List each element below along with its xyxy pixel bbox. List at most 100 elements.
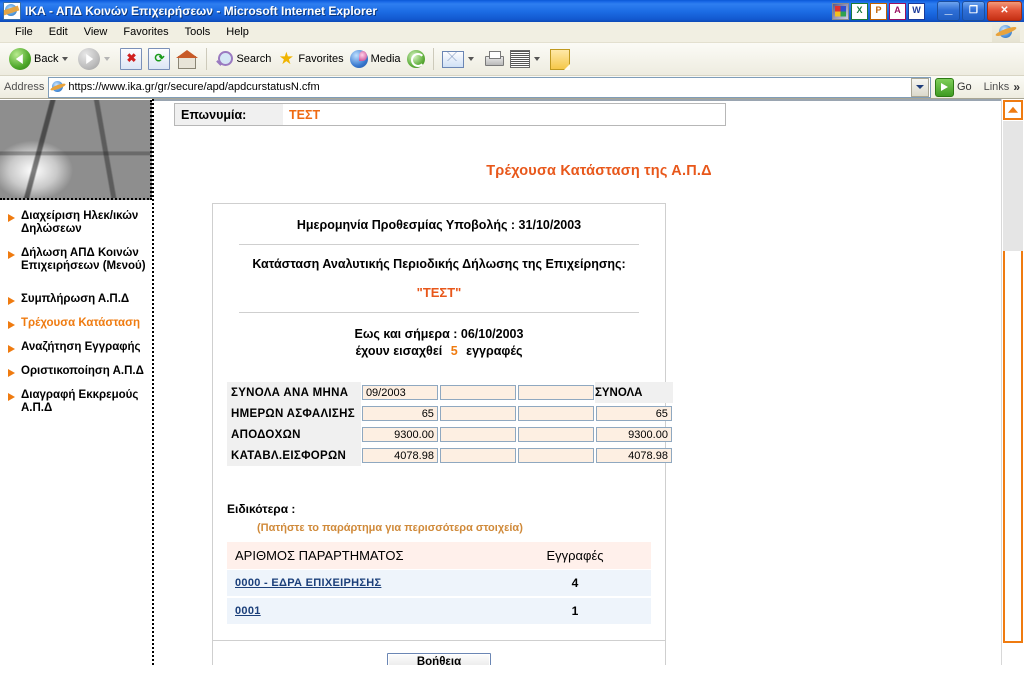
totals-cell: 65 bbox=[361, 403, 439, 424]
sidebar-menu: Διαχείριση Ηλεκ/ικών Δηλώσεων Δήλωση ΑΠΔ… bbox=[0, 200, 152, 415]
office-shortcut-bar[interactable]: X P A W bbox=[832, 2, 925, 20]
forward-button[interactable] bbox=[75, 45, 117, 73]
search-icon bbox=[215, 50, 234, 68]
mail-button[interactable] bbox=[439, 45, 481, 73]
minimize-glyph: _ bbox=[944, 0, 953, 16]
totals-cell bbox=[439, 445, 517, 466]
menu-view[interactable]: View bbox=[76, 24, 116, 40]
history-button[interactable] bbox=[404, 45, 428, 73]
totals-cell bbox=[517, 424, 595, 445]
close-glyph: ✕ bbox=[1000, 5, 1009, 16]
star-icon: ★ bbox=[278, 49, 294, 68]
toolbar-separator-1 bbox=[206, 48, 208, 70]
totals-column-label: ΣΥΝΟΛΑ bbox=[594, 382, 673, 403]
totals-cell bbox=[517, 382, 595, 403]
insurance-days-input[interactable] bbox=[439, 406, 516, 421]
totals-cell: 09/2003 bbox=[361, 382, 439, 403]
status-panel: Ημερομηνία Προθεσμίας Υποβολής : 31/10/2… bbox=[212, 203, 673, 665]
refresh-button[interactable]: ⟳ bbox=[145, 45, 173, 73]
address-input[interactable]: https://www.ika.gr/gr/secure/apd/apdcurs… bbox=[48, 76, 931, 98]
back-dropdown-chevron-icon[interactable] bbox=[62, 57, 69, 61]
insurance-days-input[interactable]: 65 bbox=[361, 406, 438, 421]
back-button[interactable]: Back bbox=[6, 45, 75, 73]
close-button[interactable]: ✕ bbox=[987, 1, 1022, 21]
totals-cell: 4078.98 bbox=[361, 445, 439, 466]
menu-help[interactable]: Help bbox=[218, 24, 257, 40]
contributions-input[interactable]: 4078.98 bbox=[361, 448, 438, 463]
help-button[interactable]: Βοήθεια bbox=[387, 653, 491, 665]
branch-link[interactable]: 0000 - ΕΔΡΑ ΕΠΙΧΕΙΡΗΣΗΣ bbox=[235, 577, 381, 589]
scrollbar-thumb[interactable] bbox=[1003, 121, 1023, 251]
company-header-table: Επωνυμία: ΤΕΣΤ bbox=[174, 103, 726, 126]
month-value-input[interactable] bbox=[517, 385, 594, 400]
branch-cell: 0001 bbox=[227, 597, 499, 626]
contributions-input[interactable] bbox=[517, 448, 594, 463]
sidebar-item-anazitisi-eggrafis[interactable]: Αναζήτηση Εγγραφής bbox=[6, 341, 152, 354]
totals-cell: 9300.00 bbox=[595, 424, 673, 445]
menu-tools[interactable]: Tools bbox=[177, 24, 219, 40]
links-label[interactable]: Links bbox=[984, 81, 1010, 93]
earnings-input[interactable] bbox=[517, 427, 594, 442]
page-viewport: Διαχείριση Ηλεκ/ικών Δηλώσεων Δήλωση ΑΠΔ… bbox=[0, 99, 1024, 665]
bullet-arrow-icon bbox=[8, 369, 15, 377]
excel-icon[interactable]: X bbox=[851, 2, 868, 20]
minimize-button[interactable]: _ bbox=[937, 1, 960, 21]
go-button[interactable]: Go bbox=[931, 77, 978, 97]
office-shortcut-bar-icon[interactable] bbox=[832, 2, 849, 20]
home-button[interactable] bbox=[173, 45, 201, 73]
menu-favorites[interactable]: Favorites bbox=[115, 24, 176, 40]
title-bar-right: X P A W _ ❐ ✕ bbox=[832, 0, 1022, 22]
links-overflow-chevron-icon[interactable]: » bbox=[1013, 80, 1020, 94]
insurance-days-total[interactable]: 65 bbox=[595, 406, 672, 421]
menu-edit[interactable]: Edit bbox=[41, 24, 76, 40]
favorites-button-label: Favorites bbox=[298, 53, 344, 65]
printer-icon bbox=[484, 51, 504, 67]
forward-dropdown-chevron-icon[interactable] bbox=[104, 57, 111, 61]
panel-divider-1 bbox=[239, 244, 639, 245]
browser-toolbar: Back ✖ ⟳ Search ★ Favorites Media bbox=[0, 43, 1024, 76]
print-button[interactable] bbox=[481, 45, 507, 73]
totals-row-header: ΗΜΕΡΩΝ ΑΣΦΑΛΙΣΗΣ bbox=[227, 403, 361, 424]
mail-dropdown-chevron-icon[interactable] bbox=[467, 57, 474, 61]
edit-button[interactable] bbox=[507, 45, 547, 73]
address-dropdown-button[interactable] bbox=[910, 77, 929, 97]
powerpoint-icon[interactable]: P bbox=[870, 2, 887, 20]
earnings-input[interactable] bbox=[439, 427, 516, 442]
stop-button[interactable]: ✖ bbox=[117, 45, 145, 73]
month-value-input[interactable]: 09/2003 bbox=[361, 385, 438, 400]
scrollbar-up-arrow-icon[interactable] bbox=[1003, 100, 1023, 120]
contributions-total[interactable]: 4078.98 bbox=[595, 448, 672, 463]
bullet-arrow-icon bbox=[8, 251, 15, 259]
restore-button[interactable]: ❐ bbox=[962, 1, 985, 21]
branch-link[interactable]: 0001 bbox=[235, 605, 261, 617]
favorites-button[interactable]: ★ Favorites bbox=[274, 45, 346, 73]
search-button[interactable]: Search bbox=[212, 45, 274, 73]
sidebar-item-dilwsi-apd-menu[interactable]: Δήλωση ΑΠΔ Κοινών Επιχειρήσεων (Μενού) bbox=[6, 247, 152, 273]
title-bar: ΙΚΑ - ΑΠΔ Κοινών Επιχειρήσεων - Microsof… bbox=[0, 0, 1024, 22]
sidebar-item-oristikopoiisi-apd[interactable]: Οριστικοποίηση Α.Π.Δ bbox=[6, 365, 152, 378]
table-row: 0001 1 bbox=[227, 597, 651, 626]
deadline-line: Ημερομηνία Προθεσμίας Υποβολής : 31/10/2… bbox=[296, 218, 582, 232]
sidebar-item-label: Διαχείριση Ηλεκ/ικών Δηλώσεων bbox=[21, 210, 139, 235]
contributions-input[interactable] bbox=[439, 448, 516, 463]
insurance-days-input[interactable] bbox=[517, 406, 594, 421]
page-scrollbar[interactable] bbox=[1001, 99, 1024, 665]
edit-dropdown-chevron-icon[interactable] bbox=[533, 57, 540, 61]
menu-file[interactable]: File bbox=[7, 24, 41, 40]
sidebar-item-trexousa-katastasi[interactable]: Τρέχουσα Κατάσταση bbox=[6, 317, 152, 330]
notes-button[interactable] bbox=[547, 45, 573, 73]
window-title: ΙΚΑ - ΑΠΔ Κοινών Επιχειρήσεων - Microsof… bbox=[25, 4, 378, 18]
media-button[interactable]: Media bbox=[347, 45, 404, 73]
totals-row-header: ΣΥΝΟΛΑ ΑΝΑ ΜΗΝΑ bbox=[227, 382, 361, 403]
sidebar-item-diagrafi-ekkremous-apd[interactable]: Διαγραφή Εκκρεμούς Α.Π.Δ bbox=[6, 389, 152, 415]
sidebar-item-symplirwsi-apd[interactable]: Συμπλήρωση Α.Π.Δ bbox=[6, 293, 152, 306]
access-icon[interactable]: A bbox=[889, 2, 906, 20]
earnings-input[interactable]: 9300.00 bbox=[361, 427, 438, 442]
records-line: έχουν εισαχθεί 5 εγγραφές bbox=[213, 344, 665, 358]
word-icon[interactable]: W bbox=[908, 2, 925, 20]
sidebar-item-ilek-dilwseis[interactable]: Διαχείριση Ηλεκ/ικών Δηλώσεων bbox=[6, 210, 152, 236]
go-label: Go bbox=[956, 81, 972, 93]
earnings-total[interactable]: 9300.00 bbox=[595, 427, 672, 442]
month-value-input[interactable] bbox=[439, 385, 516, 400]
bullet-arrow-icon bbox=[8, 297, 15, 305]
